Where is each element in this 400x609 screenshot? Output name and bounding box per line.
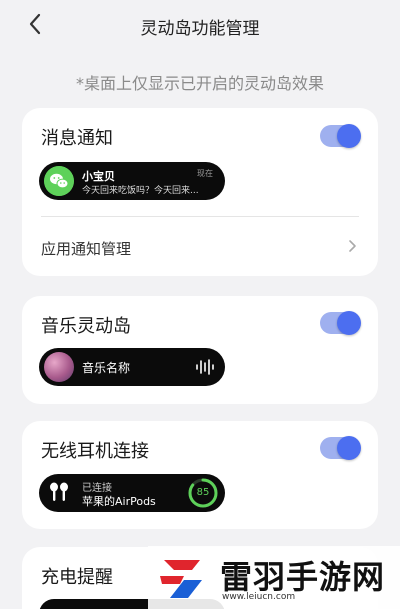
- watermark-url: www.leiucn.com: [222, 592, 296, 602]
- card-title: 无线耳机连接: [41, 441, 149, 462]
- wechat-icon: [44, 166, 74, 196]
- song-name: 音乐名称: [82, 361, 131, 375]
- audio-wave-icon: [196, 359, 214, 375]
- message-island-preview: 小宝贝 今天回来吃饭吗？今天回来... 现在: [39, 162, 225, 200]
- message-notification-card: 消息通知 小宝贝 今天回来吃饭吗？今天回来... 现在 应用通知管理: [22, 108, 378, 276]
- album-cover: [44, 352, 74, 382]
- music-island-card: 音乐灵动岛 音乐名称: [22, 296, 378, 404]
- watermark: 雷羽手游网 www.leiucn.com: [148, 546, 400, 609]
- message-text: 今天回来吃饭吗？今天回来...: [82, 186, 199, 196]
- message-time: 现在: [197, 169, 213, 178]
- hint-text: *桌面上仅显示已开启的灵动岛效果: [75, 74, 324, 93]
- message-notification-toggle[interactable]: [320, 124, 361, 148]
- card-title: 充电提醒: [41, 567, 113, 588]
- earphone-connection-toggle[interactable]: [320, 436, 361, 460]
- sender-name: 小宝贝: [82, 170, 115, 183]
- music-island-preview: 音乐名称: [39, 348, 225, 386]
- card-title: 音乐灵动岛: [41, 316, 131, 337]
- connection-status: 已连接: [82, 483, 112, 494]
- device-name: 苹果的AirPods: [82, 495, 156, 508]
- page-title: 灵动岛功能管理: [140, 19, 260, 39]
- top-bar: 灵动岛功能管理: [0, 0, 400, 50]
- card-title: 消息通知: [41, 128, 113, 149]
- chevron-right-icon[interactable]: [346, 239, 358, 253]
- earphone-island-preview: 已连接 苹果的AirPods 85: [39, 474, 225, 512]
- battery-level: 85: [196, 487, 210, 498]
- app-notification-manage-link[interactable]: 应用通知管理: [41, 238, 131, 259]
- music-island-toggle[interactable]: [320, 311, 361, 335]
- earphone-connection-card: 无线耳机连接 已连接 苹果的AirPods 85: [22, 421, 378, 529]
- watermark-logo: [160, 560, 202, 598]
- divider: [41, 216, 359, 217]
- airpods-icon: [50, 482, 68, 501]
